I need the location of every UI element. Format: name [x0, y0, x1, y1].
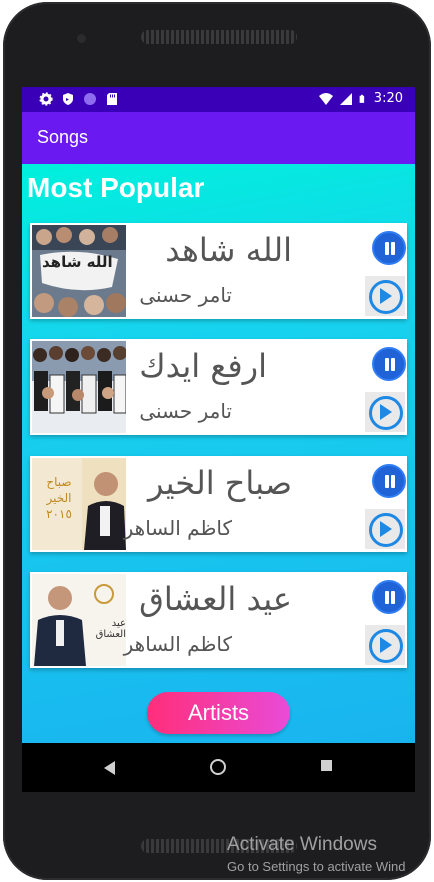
signal-icon	[339, 92, 352, 105]
shield-icon	[63, 93, 73, 105]
sd-card-icon	[107, 93, 117, 105]
gear-icon	[39, 92, 53, 106]
section-title: Most Popular	[27, 172, 205, 203]
song-title: صباح الخير	[147, 464, 292, 502]
album-cover: صباح الخير ٢٠١٥	[32, 458, 126, 550]
album-cover: عيد العشاق	[32, 574, 126, 666]
song-list-content[interactable]: Most Popular الله شاهد الله شاهد تامر حس…	[22, 164, 415, 743]
front-camera	[77, 34, 86, 43]
activate-windows-watermark: Activate Windows Go to Settings to activ…	[227, 834, 405, 874]
status-time: 3:20	[373, 91, 403, 106]
play-button[interactable]	[365, 509, 405, 549]
battery-icon	[359, 94, 364, 103]
album-cover	[32, 341, 126, 433]
pause-button[interactable]	[372, 464, 406, 498]
top-speaker	[141, 30, 297, 44]
play-icon	[380, 637, 392, 653]
pause-button[interactable]	[372, 231, 406, 265]
play-button[interactable]	[365, 625, 405, 665]
app-bar: Songs	[22, 112, 415, 164]
pause-button[interactable]	[372, 347, 406, 381]
play-button[interactable]	[365, 392, 405, 432]
song-card[interactable]: ارفع ايدك تامر حسنى	[30, 339, 407, 435]
song-artist: تامر حسنى	[139, 283, 232, 307]
back-icon[interactable]	[104, 761, 115, 775]
circle-icon	[84, 93, 96, 105]
pause-button[interactable]	[372, 580, 406, 614]
album-cover-text: عيد العشاق	[95, 618, 126, 640]
play-icon	[380, 404, 392, 420]
song-artist: تامر حسنى	[139, 399, 232, 423]
wifi-icon	[318, 92, 333, 105]
play-icon	[380, 288, 392, 304]
song-card[interactable]: صباح الخير ٢٠١٥ صباح الخير كاظم الساهر	[30, 456, 407, 552]
screen: 3:20 Songs Most Popular الله شاهد الله ش…	[22, 87, 415, 792]
navigation-bar	[22, 743, 415, 792]
song-artist: كاظم الساهر	[123, 516, 232, 540]
watermark-title: Activate Windows	[227, 834, 377, 855]
song-title: ارفع ايدك	[139, 347, 267, 385]
app-bar-title: Songs	[37, 127, 89, 147]
song-artist: كاظم الساهر	[123, 632, 232, 656]
song-card[interactable]: الله شاهد الله شاهد تامر حسنى	[30, 223, 407, 319]
watermark-subtitle: Go to Settings to activate Wind	[227, 859, 406, 874]
song-title: عيد العشاق	[139, 580, 292, 618]
home-icon[interactable]	[210, 759, 226, 775]
play-button[interactable]	[365, 276, 405, 316]
recents-icon[interactable]	[321, 760, 332, 771]
album-cover: الله شاهد	[32, 225, 126, 317]
song-card[interactable]: عيد العشاق عيد العشاق كاظم الساهر	[30, 572, 407, 668]
album-cover-text: صباح الخير ٢٠١٥	[46, 475, 72, 521]
song-title: الله شاهد	[165, 231, 292, 269]
album-cover-text: الله شاهد	[42, 253, 113, 271]
play-icon	[380, 521, 392, 537]
status-bar: 3:20	[22, 87, 415, 112]
phone-frame: 3:20 Songs Most Popular الله شاهد الله ش…	[3, 2, 431, 880]
artists-button[interactable]: Artists	[147, 692, 290, 734]
